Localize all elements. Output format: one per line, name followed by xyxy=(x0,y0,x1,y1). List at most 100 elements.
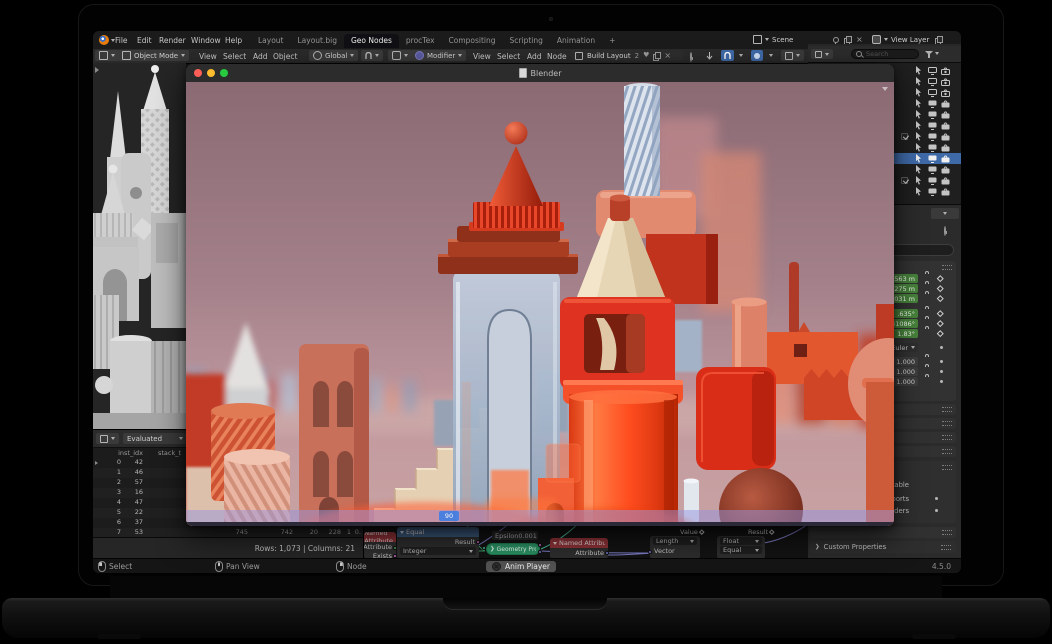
epsilon-field[interactable]: Epsilon0.001 xyxy=(492,531,538,540)
search-input[interactable]: Search xyxy=(851,49,919,59)
chevron-down-icon[interactable] xyxy=(884,38,888,41)
workspace-tab-animation[interactable]: Animation xyxy=(550,34,602,48)
editor-type-button[interactable] xyxy=(95,50,119,61)
panel-grip-icon[interactable] xyxy=(942,265,952,270)
node-named-attribute[interactable]: Named Attribute xyxy=(364,532,396,542)
copy-icon[interactable] xyxy=(935,36,942,44)
cursor-icon[interactable] xyxy=(915,165,923,174)
camera-icon[interactable] xyxy=(941,111,950,119)
menu-select-3d[interactable]: Select xyxy=(223,52,246,61)
menu-file[interactable]: File xyxy=(115,36,128,45)
menu-help[interactable]: Help xyxy=(225,36,242,45)
window-titlebar[interactable]: Blender xyxy=(186,64,894,83)
monitor-icon[interactable] xyxy=(928,89,937,97)
cursor-icon[interactable] xyxy=(915,176,923,185)
monitor-icon[interactable] xyxy=(928,188,937,196)
camera-icon[interactable] xyxy=(941,133,950,141)
node-editor-type-button[interactable] xyxy=(388,50,412,61)
monitor-icon[interactable] xyxy=(928,144,937,152)
menu-view-node[interactable]: View xyxy=(473,52,491,61)
node-vector-math[interactable]: Length Vector xyxy=(650,536,700,559)
workspace-tab-add[interactable]: + xyxy=(602,34,622,48)
close-icon[interactable]: × xyxy=(856,36,863,44)
current-frame-badge[interactable]: 90 xyxy=(439,511,459,521)
scene-name[interactable]: Scene xyxy=(772,36,793,44)
viewport-gizmo-collapse-icon[interactable] xyxy=(882,87,888,91)
checkbox-checked[interactable] xyxy=(901,177,908,184)
camera-icon[interactable] xyxy=(941,89,950,97)
monitor-icon[interactable] xyxy=(928,78,937,86)
copy-icon[interactable] xyxy=(653,52,660,60)
camera-icon[interactable] xyxy=(941,144,950,152)
dataset-dropdown[interactable]: Evaluated xyxy=(123,433,187,444)
animate-dot-icon[interactable] xyxy=(940,380,943,383)
monitor-icon[interactable] xyxy=(928,177,937,185)
workspace-tab-layout-big[interactable]: Layout.big xyxy=(291,34,345,48)
camera-icon[interactable] xyxy=(941,177,950,185)
orientation-dropdown[interactable]: Global xyxy=(309,50,358,61)
cursor-icon[interactable] xyxy=(915,121,923,130)
chevron-down-icon[interactable] xyxy=(769,54,773,57)
copy-icon[interactable] xyxy=(844,36,851,44)
compare-type-dropdown[interactable]: Integer xyxy=(400,547,476,555)
parent-cursor-icon[interactable] xyxy=(705,51,714,61)
node-body[interactable]: Result Integer xyxy=(397,537,479,559)
camera-icon[interactable] xyxy=(941,122,950,130)
overlay-dropdown[interactable] xyxy=(781,50,804,61)
stop-icon[interactable] xyxy=(492,562,501,571)
node-compare[interactable]: Float Equal xyxy=(717,536,765,559)
workspace-tab-layout[interactable]: Layout xyxy=(251,34,291,48)
camera-icon[interactable] xyxy=(941,155,950,163)
monitor-icon[interactable] xyxy=(928,166,937,174)
region-toggle-arrow-icon[interactable] xyxy=(95,67,99,73)
node-geometry-proximity[interactable]: ❯Geometry Proximity xyxy=(486,543,540,555)
cursor-icon[interactable] xyxy=(915,187,923,196)
mode-dropdown[interactable]: Object Mode xyxy=(118,50,189,61)
blender-render-window[interactable]: Blender xyxy=(186,64,894,526)
node-tree-users[interactable]: 2 xyxy=(635,52,639,60)
properties-breadcrumb-dropdown[interactable] xyxy=(931,208,959,219)
menu-add-3d[interactable]: Add xyxy=(253,52,268,61)
chevron-down-icon[interactable] xyxy=(765,38,769,41)
menu-view-3d[interactable]: View xyxy=(199,52,217,61)
spreadsheet-editor-type-button[interactable] xyxy=(96,433,119,444)
monitor-icon[interactable] xyxy=(928,122,937,130)
menu-select-node[interactable]: Select xyxy=(497,52,520,61)
monitor-icon[interactable] xyxy=(928,111,937,119)
menu-window[interactable]: Window xyxy=(191,36,221,45)
column-header[interactable]: inst_idx xyxy=(118,449,143,457)
column-header[interactable]: stack_t xyxy=(158,449,181,457)
camera-icon[interactable] xyxy=(941,166,950,174)
cursor-icon[interactable] xyxy=(915,88,923,97)
outliner-display-mode[interactable] xyxy=(811,49,833,59)
node-tree-name-field[interactable]: Build Layout 2 ♥ × xyxy=(571,50,683,61)
monitor-icon[interactable] xyxy=(928,67,937,75)
monitor-icon[interactable] xyxy=(928,100,937,108)
socket-distance[interactable] xyxy=(538,550,542,554)
panel-grip-icon[interactable] xyxy=(942,465,952,470)
menu-edit[interactable]: Edit xyxy=(137,36,152,45)
pin-icon[interactable] xyxy=(833,37,839,43)
camera-icon[interactable] xyxy=(941,78,950,86)
workspace-tab-scripting[interactable]: Scripting xyxy=(503,34,550,48)
animate-dot-icon[interactable] xyxy=(940,360,943,363)
cursor-icon[interactable] xyxy=(915,132,923,141)
camera-icon[interactable] xyxy=(941,67,950,75)
cursor-icon[interactable] xyxy=(915,154,923,163)
menu-add-node[interactable]: Add xyxy=(527,52,542,61)
anim-player-status[interactable]: Anim Player xyxy=(486,561,556,572)
camera-icon[interactable] xyxy=(941,188,950,196)
viewport-3d[interactable] xyxy=(93,63,186,429)
animate-dot-icon[interactable] xyxy=(940,346,943,349)
custom-properties-panel[interactable]: ❯ Custom Properties xyxy=(810,541,956,553)
menu-object[interactable]: Object xyxy=(273,52,297,61)
snap-dropdown[interactable] xyxy=(361,50,383,61)
socket-vector[interactable] xyxy=(648,550,652,554)
workspace-tab-geo-nodes[interactable]: Geo Nodes xyxy=(344,34,399,48)
proportional-edit-toggle[interactable] xyxy=(751,50,763,61)
node-named-attribute[interactable]: Named Attribute xyxy=(550,538,608,548)
menu-render[interactable]: Render xyxy=(159,36,186,45)
node-compare-equal[interactable]: Equal xyxy=(397,527,479,537)
pin-icon[interactable] xyxy=(690,52,692,62)
socket-attribute[interactable] xyxy=(605,551,609,555)
